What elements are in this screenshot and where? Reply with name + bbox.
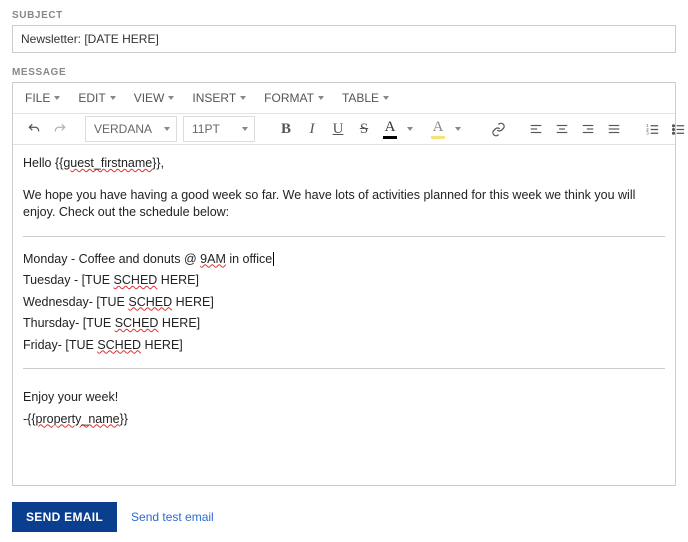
svg-text:3: 3 <box>646 130 649 135</box>
italic-button[interactable]: I <box>299 116 325 142</box>
menu-edit[interactable]: EDIT <box>70 85 123 111</box>
subject-input[interactable] <box>12 25 676 53</box>
menu-file-label: FILE <box>25 91 50 105</box>
font-size-select[interactable]: 11PT <box>183 116 255 142</box>
menu-edit-label: EDIT <box>78 91 105 105</box>
align-justify-button[interactable] <box>601 116 627 142</box>
body-signature: -{{property_name}} <box>23 411 665 429</box>
bold-button[interactable]: B <box>273 116 299 142</box>
text-color-button[interactable]: A <box>377 116 425 142</box>
chevron-down-icon <box>164 127 170 131</box>
ordered-list-button[interactable]: 123 <box>639 116 665 142</box>
menu-table-label: TABLE <box>342 91 379 105</box>
font-family-select[interactable]: VERDANA <box>85 116 177 142</box>
menu-format[interactable]: FORMAT <box>256 85 332 111</box>
editor-menubar: FILE EDIT VIEW INSERT FORMAT TABLE <box>13 83 675 114</box>
menu-view[interactable]: VIEW <box>126 85 183 111</box>
chevron-down-icon <box>455 127 461 131</box>
strikethrough-button[interactable]: S <box>351 116 377 142</box>
editor: FILE EDIT VIEW INSERT FORMAT TABLE VERDA… <box>12 82 676 486</box>
unordered-list-button[interactable] <box>665 116 688 142</box>
schedule-thursday: Thursday- [TUE SCHED HERE] <box>23 315 665 333</box>
font-size-value: 11PT <box>192 122 220 136</box>
schedule-friday: Friday- [TUE SCHED HERE] <box>23 337 665 355</box>
send-test-email-link[interactable]: Send test email <box>131 510 214 524</box>
chevron-down-icon <box>54 96 60 100</box>
menu-format-label: FORMAT <box>264 91 314 105</box>
body-greeting: Hello {{guest_firstname}}, <box>23 155 665 173</box>
chevron-down-icon <box>240 96 246 100</box>
menu-table[interactable]: TABLE <box>334 85 397 111</box>
message-label: MESSAGE <box>12 67 676 78</box>
align-right-button[interactable] <box>575 116 601 142</box>
menu-insert-label: INSERT <box>192 91 236 105</box>
redo-button[interactable] <box>47 116 73 142</box>
text-cursor <box>273 252 274 266</box>
body-closing-line: Enjoy your week! <box>23 389 665 407</box>
menu-file[interactable]: FILE <box>17 85 68 111</box>
chevron-down-icon <box>168 96 174 100</box>
send-email-button[interactable]: SEND EMAIL <box>12 502 117 532</box>
editor-content[interactable]: Hello {{guest_firstname}}, We hope you h… <box>13 145 675 485</box>
align-center-button[interactable] <box>549 116 575 142</box>
menu-insert[interactable]: INSERT <box>184 85 254 111</box>
subject-label: SUBJECT <box>12 10 676 21</box>
chevron-down-icon <box>383 96 389 100</box>
body-intro: We hope you have having a good week so f… <box>23 187 665 222</box>
chevron-down-icon <box>242 127 248 131</box>
schedule-tuesday: Tuesday - [TUE SCHED HERE] <box>23 272 665 290</box>
chevron-down-icon <box>318 96 324 100</box>
font-family-value: VERDANA <box>94 122 152 136</box>
undo-button[interactable] <box>21 116 47 142</box>
link-button[interactable] <box>485 116 511 142</box>
underline-button[interactable]: U <box>325 116 351 142</box>
actions-row: SEND EMAIL Send test email <box>12 502 676 532</box>
editor-toolbar: VERDANA 11PT B I U S A A <box>13 114 675 145</box>
chevron-down-icon <box>110 96 116 100</box>
divider <box>23 236 665 237</box>
highlight-color-button[interactable]: A <box>425 116 473 142</box>
divider <box>23 368 665 369</box>
chevron-down-icon <box>407 127 413 131</box>
align-left-button[interactable] <box>523 116 549 142</box>
menu-view-label: VIEW <box>134 91 165 105</box>
schedule-monday: Monday - Coffee and donuts @ 9AM in offi… <box>23 251 665 269</box>
schedule-wednesday: Wednesday- [TUE SCHED HERE] <box>23 294 665 312</box>
